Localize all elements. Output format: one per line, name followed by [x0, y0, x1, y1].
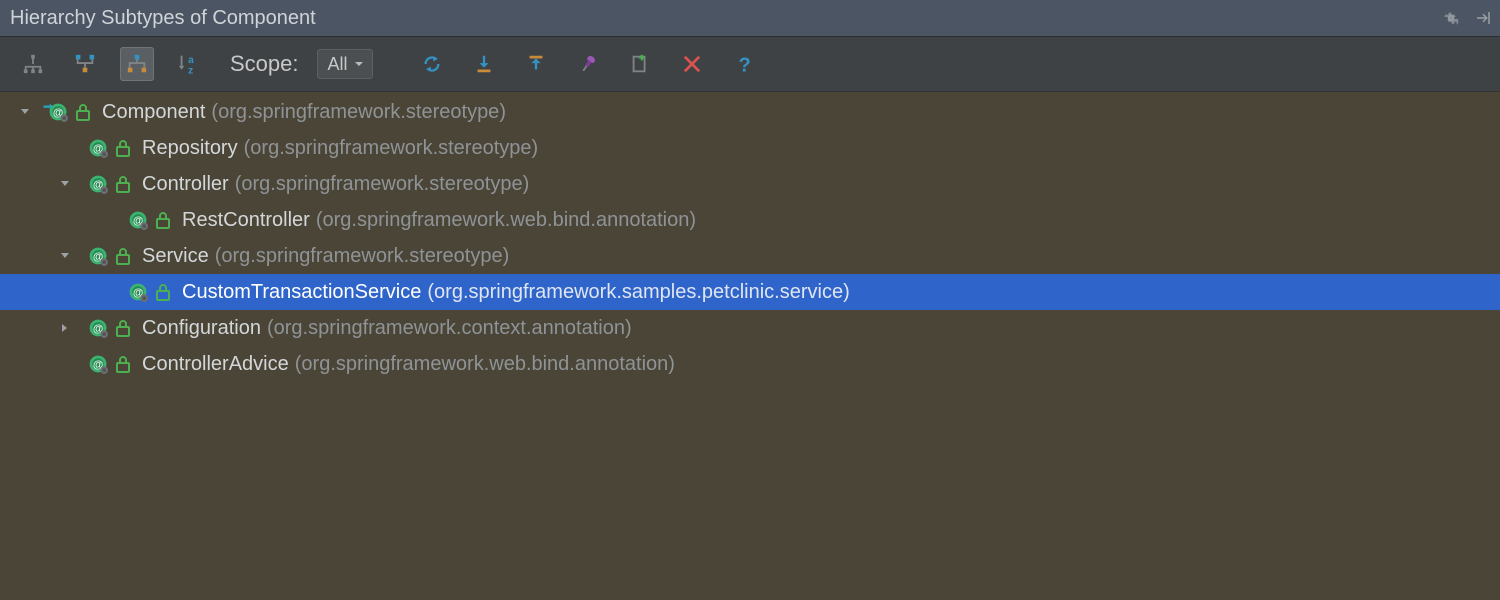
lock-open-icon	[114, 175, 132, 193]
annotation-icon: @	[122, 207, 148, 233]
class-hierarchy-button[interactable]	[16, 47, 50, 81]
tree-node-name: RestController	[182, 209, 310, 232]
tree-row[interactable]: @ RestController org.springframework.web.b…	[0, 202, 1500, 238]
lock-open-icon	[154, 211, 172, 229]
autoscroll-from-source-button[interactable]	[519, 47, 553, 81]
annotation-icon: @	[82, 243, 108, 269]
tree-node-name: Configuration	[142, 317, 261, 340]
lock-open-icon	[114, 355, 132, 373]
collapse-arrow-icon[interactable]	[54, 322, 76, 334]
annotation-icon: @	[122, 279, 148, 305]
svg-text:?: ?	[738, 54, 750, 75]
annotation-icon: @	[82, 351, 108, 377]
tree-node-name: Controller	[142, 173, 229, 196]
annotation-icon: @	[82, 315, 108, 341]
scope-label: Scope:	[230, 51, 299, 77]
tree-node-package: org.springframework.stereotype	[211, 101, 506, 124]
export-to-text-file-button[interactable]	[623, 47, 657, 81]
tree-node-package: org.springframework.samples.petclinic.se…	[427, 281, 849, 304]
chevron-down-icon	[354, 59, 364, 69]
tree-row[interactable]: @ CustomTransactionService org.springframe…	[0, 274, 1500, 310]
tree-node-package: org.springframework.context.annotation	[267, 317, 632, 340]
tree-node-name: CustomTransactionService	[182, 281, 421, 304]
pin-tab-button[interactable]	[571, 47, 605, 81]
tree-row[interactable]: @ Component org.springframework.stereotype	[0, 94, 1500, 130]
refresh-button[interactable]	[415, 47, 449, 81]
lock-open-icon	[114, 139, 132, 157]
tree-row[interactable]: @ Configuration org.springframework.contex…	[0, 310, 1500, 346]
lock-open-icon	[114, 319, 132, 337]
tree-row[interactable]: @ Repository org.springframework.stereotyp…	[0, 130, 1500, 166]
hierarchy-tree[interactable]: @ Component org.springframework.stereotype…	[0, 92, 1500, 600]
tree-node-package: org.springframework.stereotype	[215, 245, 510, 268]
tree-row[interactable]: @ ControllerAdvice org.springframework.web…	[0, 346, 1500, 382]
panel-title: Hierarchy Subtypes of Component	[10, 7, 1442, 30]
gear-icon[interactable]	[1442, 9, 1460, 27]
tree-node-name: Service	[142, 245, 209, 268]
tree-row[interactable]: @ Controller org.springframework.stereotyp…	[0, 166, 1500, 202]
annotation-icon: @	[82, 171, 108, 197]
lock-open-icon	[154, 283, 172, 301]
scope-value: All	[328, 54, 348, 75]
sort-alphabetically-button[interactable]: az	[172, 47, 206, 81]
tree-node-package: org.springframework.web.bind.annotation	[295, 353, 675, 376]
annotation-icon: @	[42, 99, 68, 125]
help-button[interactable]: ?	[727, 47, 761, 81]
tree-node-name: Repository	[142, 137, 238, 160]
lock-open-icon	[114, 247, 132, 265]
tree-node-name: Component	[102, 101, 205, 124]
subtypes-hierarchy-button[interactable]	[120, 47, 154, 81]
autoscroll-to-source-button[interactable]	[467, 47, 501, 81]
hide-panel-icon[interactable]	[1474, 9, 1492, 27]
expand-arrow-icon[interactable]	[14, 106, 36, 118]
expand-arrow-icon[interactable]	[54, 250, 76, 262]
svg-text:z: z	[188, 65, 193, 76]
close-button[interactable]	[675, 47, 709, 81]
expand-arrow-icon[interactable]	[54, 178, 76, 190]
tree-node-package: org.springframework.web.bind.annotation	[316, 209, 696, 232]
tree-row[interactable]: @ Service org.springframework.stereotype	[0, 238, 1500, 274]
panel-titlebar: Hierarchy Subtypes of Component	[0, 0, 1500, 37]
tree-node-name: ControllerAdvice	[142, 353, 289, 376]
tree-node-package: org.springframework.stereotype	[235, 173, 530, 196]
scope-dropdown[interactable]: All	[317, 49, 373, 79]
lock-open-icon	[74, 103, 92, 121]
tree-node-package: org.springframework.stereotype	[244, 137, 539, 160]
supertypes-hierarchy-button[interactable]	[68, 47, 102, 81]
annotation-icon: @	[82, 135, 108, 161]
hierarchy-toolbar: az Scope: All ?	[0, 37, 1500, 92]
titlebar-actions	[1442, 9, 1492, 27]
